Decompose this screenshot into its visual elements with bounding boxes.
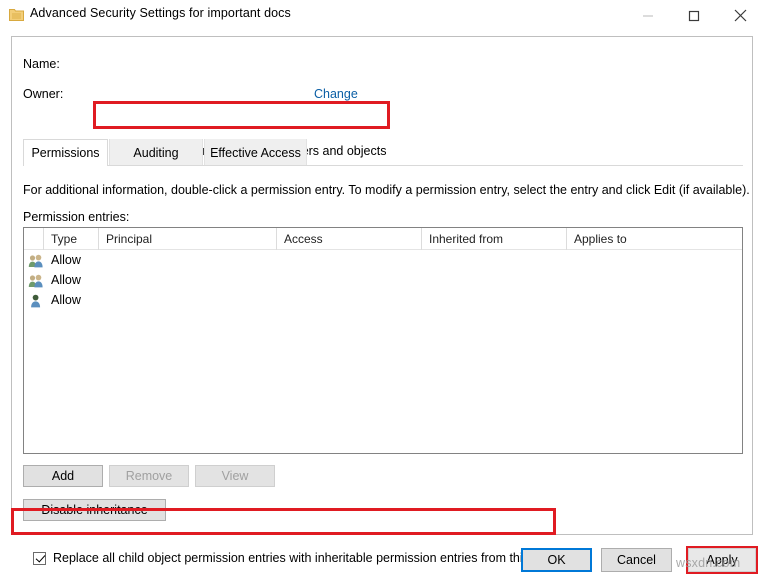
tab-auditing[interactable]: Auditing bbox=[109, 139, 203, 166]
tab-permissions[interactable]: Permissions bbox=[23, 139, 108, 166]
table-row[interactable]: Allow bbox=[24, 271, 742, 291]
column-header-inherited-from[interactable]: Inherited from bbox=[422, 228, 567, 250]
column-header-applies-to[interactable]: Applies to bbox=[567, 228, 742, 250]
list-rows: Allow Allow Allow bbox=[24, 250, 742, 311]
tab-underline bbox=[23, 165, 743, 166]
name-label: Name: bbox=[23, 57, 60, 71]
title-bar: Advanced Security Settings for important… bbox=[0, 0, 763, 31]
content-panel: Name: Owner: Change Replace owner on sub… bbox=[11, 36, 753, 565]
owner-label: Owner: bbox=[23, 87, 64, 101]
folder-security-icon bbox=[9, 7, 24, 23]
tab-permissions-label: Permissions bbox=[31, 146, 100, 160]
view-button: View bbox=[195, 465, 275, 487]
table-row[interactable]: Allow bbox=[24, 251, 742, 271]
cancel-button[interactable]: Cancel bbox=[601, 548, 672, 572]
tab-auditing-label: Auditing bbox=[133, 145, 179, 160]
remove-button-label: Remove bbox=[125, 469, 173, 483]
group-users-icon bbox=[28, 273, 44, 289]
column-header-type[interactable]: Type bbox=[44, 228, 99, 250]
single-user-icon bbox=[28, 293, 44, 309]
checkbox-indicator[interactable] bbox=[33, 551, 46, 565]
list-header-row: Type Principal Access Inherited from App… bbox=[24, 228, 742, 250]
replace-all-child-permissions-checkbox[interactable]: Replace all child object permission entr… bbox=[33, 551, 566, 565]
ok-button[interactable]: OK bbox=[521, 548, 592, 572]
window-title: Advanced Security Settings for important… bbox=[30, 6, 291, 20]
close-button[interactable] bbox=[717, 0, 763, 31]
tab-active-mask bbox=[24, 165, 107, 167]
apply-button[interactable]: Apply bbox=[688, 548, 756, 572]
tab-effective-access-label: Effective Access bbox=[210, 145, 301, 160]
permission-entries-label: Permission entries: bbox=[23, 210, 130, 224]
tab-effective-access[interactable]: Effective Access bbox=[204, 139, 307, 166]
column-header-access[interactable]: Access bbox=[277, 228, 422, 250]
replace-all-label: Replace all child object permission entr… bbox=[53, 551, 566, 565]
add-button-label: Add bbox=[51, 469, 75, 483]
advanced-security-settings-dialog: Advanced Security Settings for important… bbox=[0, 0, 763, 576]
row-type: Allow bbox=[51, 253, 81, 267]
view-button-label: View bbox=[221, 469, 249, 483]
remove-button: Remove bbox=[109, 465, 189, 487]
apply-button-label: Apply bbox=[706, 553, 738, 567]
group-users-icon bbox=[28, 253, 44, 269]
row-type: Allow bbox=[51, 293, 81, 307]
disable-inheritance-button[interactable]: Disable inheritance bbox=[23, 499, 166, 521]
column-header-gutter bbox=[24, 228, 44, 250]
permissions-info-text: For additional information, double-click… bbox=[23, 183, 750, 197]
add-button[interactable]: Add bbox=[23, 465, 103, 487]
maximize-button[interactable] bbox=[671, 0, 717, 31]
disable-inheritance-label: Disable inheritance bbox=[41, 503, 148, 517]
minimize-button[interactable] bbox=[625, 0, 671, 31]
change-owner-link[interactable]: Change bbox=[314, 87, 358, 101]
row-type: Allow bbox=[51, 273, 81, 287]
tab-strip: Permissions Auditing Effective Access bbox=[23, 139, 743, 166]
cancel-button-label: Cancel bbox=[617, 553, 656, 567]
column-header-principal[interactable]: Principal bbox=[99, 228, 277, 250]
ok-button-label: OK bbox=[547, 553, 566, 567]
window-controls bbox=[625, 0, 763, 31]
table-row[interactable]: Allow bbox=[24, 291, 742, 311]
permission-entries-list[interactable]: Type Principal Access Inherited from App… bbox=[23, 227, 743, 454]
